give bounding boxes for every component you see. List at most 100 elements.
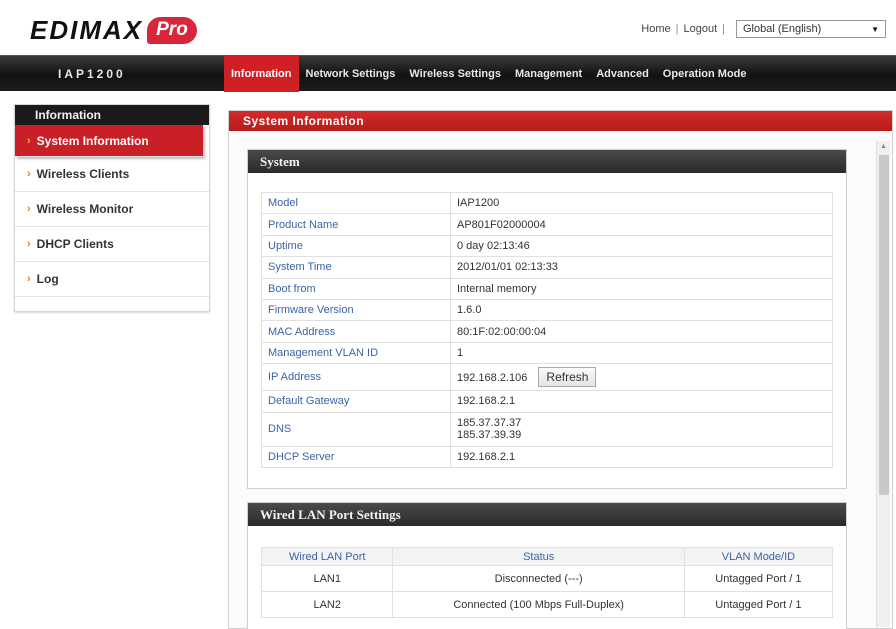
column-header: Wired LAN Port (260, 547, 394, 566)
lan-status-cell: Connected (100 Mbps Full-Duplex) (392, 591, 685, 618)
nav-management[interactable]: Management (508, 56, 589, 92)
logo-text: EDIMAX (30, 14, 144, 45)
table-row: Product Name AP801F02000004 (261, 213, 833, 236)
sidebar-item-wireless-clients[interactable]: › Wireless Clients (15, 157, 209, 192)
row-value: IAP1200 (450, 191, 833, 215)
table-row: Model IAP1200 (261, 191, 833, 215)
table-row: Firmware Version 1.6.0 (261, 298, 833, 322)
table-row: Uptime 0 day 02:13:46 (261, 234, 833, 258)
row-value: AP801F02000004 (450, 213, 833, 236)
wired-lan-section-title: Wired LAN Port Settings (248, 503, 846, 526)
row-value-cell: 192.168.2.106 Refresh (450, 363, 833, 392)
sidebar-item-label: DHCP Clients (36, 237, 114, 251)
column-header: Status (392, 547, 685, 566)
table-row: System Time 2012/01/01 02:13:33 (261, 256, 833, 279)
table-row: LAN2 Connected (100 Mbps Full-Duplex) Un… (260, 591, 834, 618)
nav-menu: Information Network Settings Wireless Se… (224, 56, 754, 92)
scroll-up-icon[interactable]: ▲ (880, 143, 887, 150)
chevron-right-icon: › (27, 273, 31, 285)
sidebar: Information › System Information › Wirel… (14, 104, 210, 312)
dns-secondary: 185.37.39.39 (457, 429, 522, 442)
table-row: Boot from Internal memory (261, 277, 833, 300)
lan-vlan-cell: Untagged Port / 1 (683, 591, 834, 618)
sidebar-item-label: System Information (36, 133, 149, 148)
row-value: 0 day 02:13:46 (450, 234, 833, 258)
device-name: IAP1200 (58, 67, 126, 81)
nav-information[interactable]: Information (224, 56, 299, 92)
link-separator: | (722, 23, 725, 35)
language-select[interactable]: Global (English) ▼ (736, 20, 886, 38)
scrollbar-thumb[interactable] (879, 155, 889, 495)
sidebar-item-dhcp-clients[interactable]: › DHCP Clients (15, 227, 209, 262)
sidebar-item-wireless-monitor[interactable]: › Wireless Monitor (15, 192, 209, 227)
chevron-right-icon: › (27, 203, 31, 215)
table-row: Management VLAN ID 1 (261, 341, 833, 365)
chevron-right-icon: › (27, 168, 31, 180)
language-value: Global (English) (743, 23, 822, 35)
system-info-table: Model IAP1200 Product Name AP801F02000004 … (261, 191, 833, 468)
row-label: MAC Address (261, 320, 451, 343)
refresh-button[interactable]: Refresh (538, 367, 597, 388)
system-section: System Model IAP1200 Product Name AP801F02… (247, 149, 847, 489)
nav-advanced[interactable]: Advanced (589, 56, 656, 92)
sidebar-title: Information (15, 105, 209, 125)
chevron-right-icon: › (27, 134, 31, 147)
chevron-down-icon: ▼ (871, 24, 879, 34)
row-value: 2012/01/01 02:13:33 (450, 256, 833, 279)
wired-lan-table: Wired LAN Port Status VLAN Mode/ID LAN1 … (260, 547, 834, 618)
row-value: 1 (450, 341, 833, 365)
lan-vlan-cell: Untagged Port / 1 (683, 565, 834, 592)
nav-wireless-settings[interactable]: Wireless Settings (402, 56, 508, 92)
top-links: Home | Logout | Global (English) ▼ (641, 20, 886, 38)
row-label: Management VLAN ID (261, 341, 451, 365)
system-section-title: System (248, 150, 846, 173)
row-label: Product Name (261, 213, 451, 236)
wired-lan-section: Wired LAN Port Settings Wired LAN Port S… (247, 502, 847, 629)
chevron-right-icon: › (27, 238, 31, 250)
row-value: 192.168.2.1 (450, 390, 833, 413)
sidebar-item-system-information[interactable]: › System Information (15, 125, 203, 157)
dns-values: 185.37.37.37 185.37.39.39 (450, 411, 833, 447)
table-row: MAC Address 80:1F:02:00:00:04 (261, 320, 833, 343)
nav-network-settings[interactable]: Network Settings (299, 56, 403, 92)
table-row: LAN1 Disconnected (---) Untagged Port / … (260, 565, 834, 592)
nav-operation-mode[interactable]: Operation Mode (656, 56, 754, 92)
row-label: Uptime (261, 234, 451, 258)
main-panel: System Information ▲ System Model IAP1200… (228, 110, 893, 629)
row-label: Default Gateway (261, 390, 451, 413)
vertical-scrollbar[interactable]: ▲ (876, 141, 890, 627)
logout-link[interactable]: Logout (683, 23, 717, 35)
dns-primary: 185.37.37.37 (457, 417, 522, 430)
sidebar-item-label: Wireless Monitor (36, 202, 134, 216)
table-row: DHCP Server 192.168.2.1 (261, 445, 833, 468)
row-label: Model (261, 191, 451, 215)
row-label: DHCP Server (261, 445, 451, 468)
row-label: IP Address (261, 363, 451, 392)
lan-port-cell: LAN2 (260, 591, 394, 618)
row-label: System Time (261, 256, 451, 279)
table-row: Default Gateway 192.168.2.1 (261, 390, 833, 413)
top-navbar: IAP1200 Information Network Settings Wir… (0, 55, 896, 92)
logo-badge: Pro (147, 16, 197, 44)
sidebar-item-label: Log (36, 272, 59, 286)
row-label: Firmware Version (261, 298, 451, 322)
table-row: DNS 185.37.37.37 185.37.39.39 (261, 411, 833, 447)
row-value: 1.6.0 (450, 298, 833, 322)
ip-address-value: 192.168.2.106 (457, 372, 528, 385)
row-value: Internal memory (450, 277, 833, 300)
table-header-row: Wired LAN Port Status VLAN Mode/ID (260, 547, 834, 566)
row-value: 192.168.2.1 (450, 445, 833, 468)
sidebar-item-log[interactable]: › Log (15, 262, 209, 297)
link-separator: | (675, 23, 679, 35)
row-label: DNS (261, 411, 451, 447)
row-label: Boot from (261, 277, 451, 300)
edimax-pro-logo: EDIMAX Pro (30, 14, 197, 46)
sidebar-item-label: Wireless Clients (36, 167, 130, 181)
lan-status-cell: Disconnected (---) (392, 565, 685, 592)
table-row: IP Address 192.168.2.106 Refresh (261, 363, 833, 392)
lan-port-cell: LAN1 (260, 565, 394, 592)
column-header: VLAN Mode/ID (683, 547, 834, 566)
row-value: 80:1F:02:00:00:04 (450, 320, 833, 343)
home-link[interactable]: Home (641, 23, 670, 35)
page-title: System Information (229, 111, 892, 131)
